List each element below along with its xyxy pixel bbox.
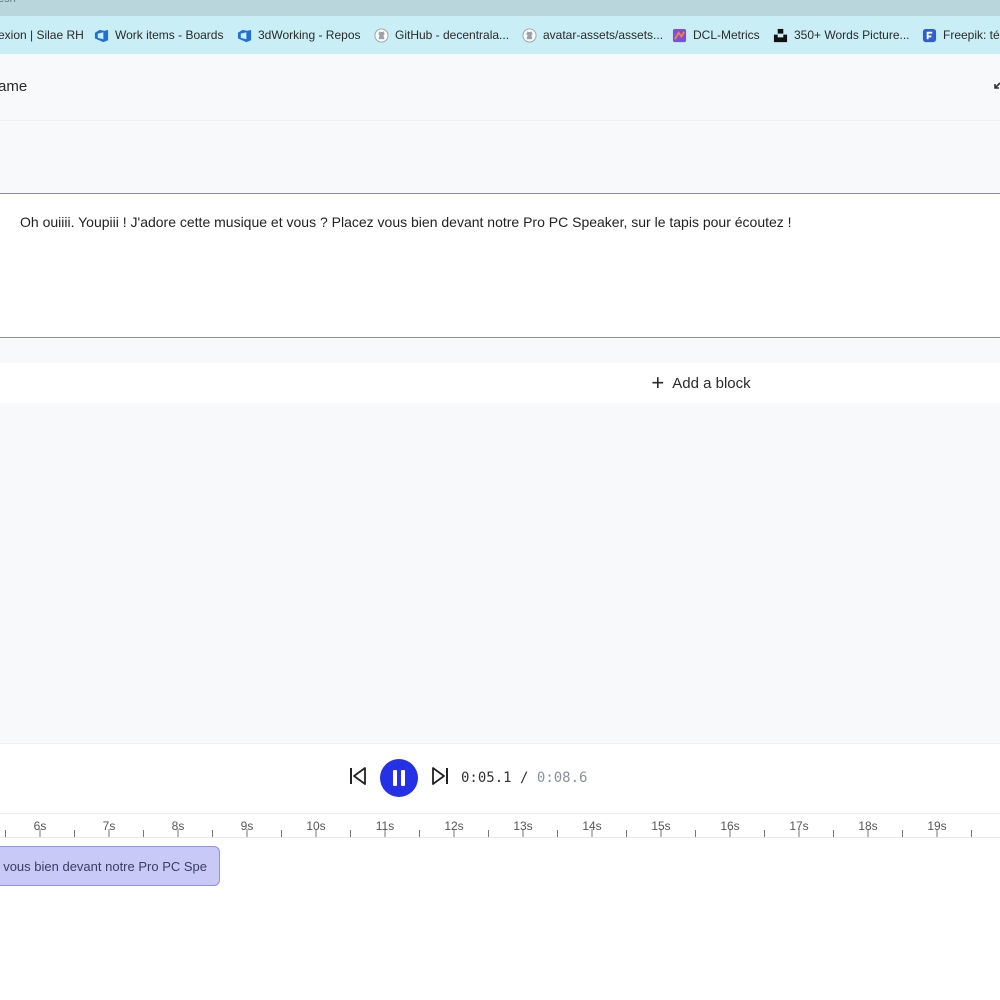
dcl-metrics-icon — [672, 28, 687, 43]
bookmark-label: Work items - Boards — [115, 28, 224, 42]
bookmark-label: GitHub - decentrala... — [395, 28, 510, 42]
github-icon — [374, 27, 389, 43]
github-icon — [522, 27, 537, 43]
bookmark-silae[interactable]: exion | Silae RH — [0, 16, 84, 54]
ruler-tick-label: 6s — [34, 819, 47, 833]
timeline-ruler[interactable]: 6s7s8s9s10s11s12s13s14s15s16s17s18s19s2 — [0, 813, 1000, 838]
pause-button[interactable] — [380, 759, 418, 797]
ruler-tick-label: 15s — [651, 819, 670, 833]
text-block[interactable]: Oh ouiiii. Youpiii ! J'adore cette musiq… — [0, 193, 1000, 338]
ruler-tick-label: 18s — [858, 819, 877, 833]
timeline-clip-text: z vous bien devant notre Pro PC Spe — [0, 858, 207, 874]
azure-devops-icon — [94, 28, 109, 43]
azure-devops-icon — [237, 28, 252, 43]
ruler-tick-label: 16s — [720, 819, 739, 833]
bookmark-label: 350+ Words Picture... — [794, 28, 910, 42]
bookmark-label: DCL-Metrics — [693, 28, 760, 42]
ruler-tick-label: 14s — [582, 819, 601, 833]
timeline-clip[interactable]: z vous bien devant notre Pro PC Spe — [0, 846, 220, 886]
skip-back-icon[interactable] — [348, 766, 368, 786]
bookmark-dcl-metrics[interactable]: DCL-Metrics — [672, 16, 760, 54]
bookmark-freepik[interactable]: Freepik: télé — [922, 16, 1000, 54]
bookmarks-bar: exion | Silae RH Work items - Boards 3dW… — [0, 16, 1000, 54]
add-block-button[interactable]: + Add a block — [0, 363, 1000, 403]
page-title: ame — [0, 78, 28, 95]
add-block-label: Add a block — [672, 374, 751, 392]
pause-icon — [393, 770, 397, 786]
ruler-tick-label: 13s — [513, 819, 532, 833]
bookmark-350-words[interactable]: 350+ Words Picture... — [773, 16, 910, 54]
bookmark-label: avatar-assets/assets... — [543, 28, 664, 42]
ruler-tick-label: 7s — [103, 819, 116, 833]
pause-icon — [401, 770, 405, 786]
bookmark-github-decentraland[interactable]: GitHub - decentrala... — [374, 16, 509, 54]
total-time: 0:08.6 — [536, 770, 588, 786]
playback-time: 0:05.1 / 0:08.6 — [461, 770, 587, 786]
current-time: 0:05.1 — [461, 770, 512, 786]
text-block-content[interactable]: Oh ouiiii. Youpiii ! J'adore cette musiq… — [20, 214, 792, 230]
unsplash-icon — [773, 28, 788, 43]
ruler-tick-label: 10s — [306, 819, 325, 833]
bookmark-label: exion | Silae RH — [0, 28, 84, 42]
freepik-icon — [922, 28, 937, 43]
collapse-arrow-icon[interactable] — [992, 80, 1000, 94]
bookmark-avatar-assets[interactable]: avatar-assets/assets... — [522, 16, 663, 54]
player-controls: 0:05.1 / 0:08.6 — [0, 743, 1000, 813]
bookmark-label: 3dWorking - Repos — [258, 28, 361, 42]
bookmark-label: Freepik: télé — [943, 28, 1000, 42]
plus-icon: + — [651, 370, 665, 395]
timeline-track: z vous bien devant notre Pro PC Spe — [0, 838, 1000, 1000]
ruler-tick-label: 9s — [241, 819, 254, 833]
bookmark-3dworking-repos[interactable]: 3dWorking - Repos — [237, 16, 361, 54]
tab-title-fragment: esh — [0, 0, 16, 5]
editor-header: ame — [0, 54, 1000, 121]
ruler-tick-label: 12s — [444, 819, 463, 833]
timeline-ruler-ticks: 6s7s8s9s10s11s12s13s14s15s16s17s18s19s2 — [5, 819, 972, 837]
skip-forward-icon[interactable] — [430, 766, 450, 786]
ruler-tick-label: 8s — [172, 819, 185, 833]
ruler-tick-label: 19s — [927, 819, 946, 833]
browser-tab-strip: esh — [0, 0, 1000, 16]
bookmark-work-items[interactable]: Work items - Boards — [94, 16, 223, 54]
time-separator: / — [520, 770, 529, 786]
ruler-tick-label: 17s — [789, 819, 808, 833]
ruler-tick-label: 11s — [376, 819, 394, 833]
